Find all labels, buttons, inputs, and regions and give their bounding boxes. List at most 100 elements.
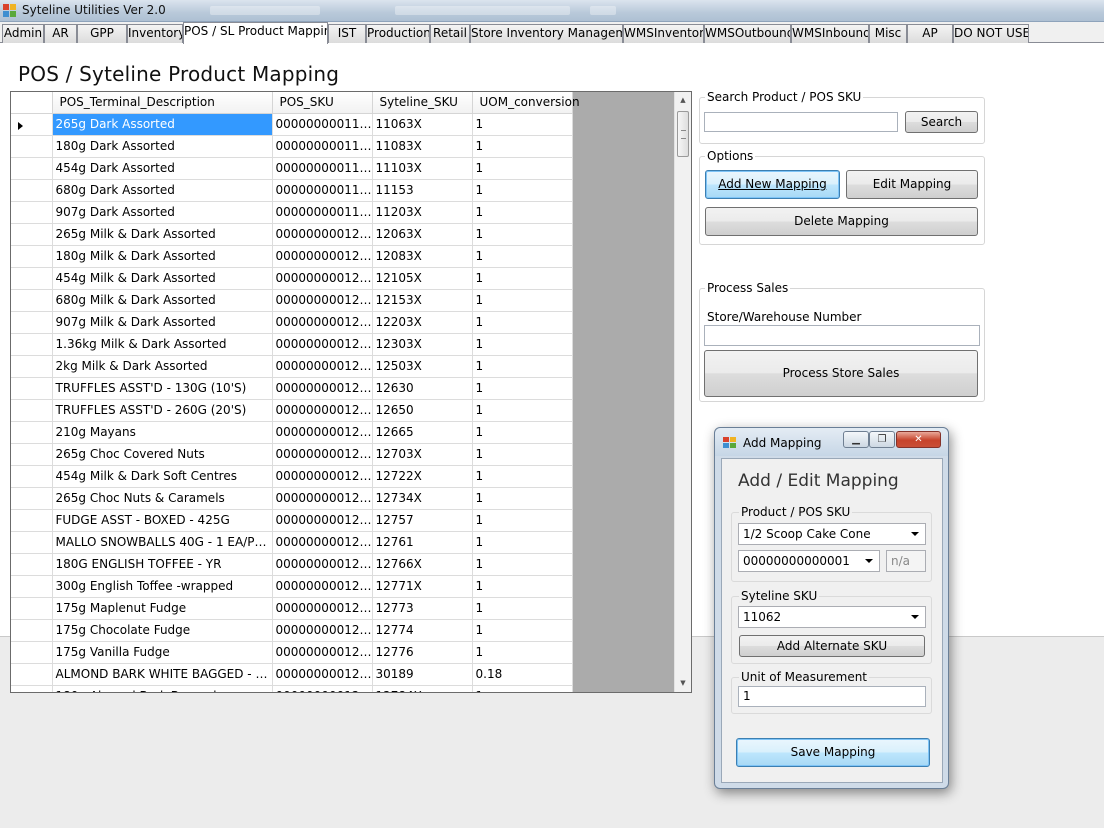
mapping-grid[interactable]: POS_Terminal_Description POS_SKU Sytelin… bbox=[10, 91, 692, 693]
cell-pos-sku[interactable]: 00000000012774 bbox=[272, 619, 373, 642]
cell-pos-terminal-description[interactable]: 180g Milk & Dark Assorted bbox=[52, 245, 273, 268]
scroll-thumb[interactable] bbox=[677, 111, 689, 157]
cell-pos-terminal-description[interactable]: 265g Milk & Dark Assorted bbox=[52, 223, 273, 246]
row-header[interactable] bbox=[11, 333, 53, 356]
table-row[interactable]: 175g Maplenut Fudge 00000000012773 12773 1 bbox=[11, 597, 573, 620]
table-row[interactable]: 175g Vanilla Fudge 00000000012776 12776 1 bbox=[11, 641, 573, 664]
search-button[interactable]: Search bbox=[905, 111, 978, 133]
cell-pos-sku[interactable]: 00000000012503 bbox=[272, 355, 373, 378]
cell-pos-sku[interactable]: 00000000012766 bbox=[272, 553, 373, 576]
scroll-up-arrow-icon[interactable]: ▲ bbox=[675, 92, 691, 109]
cell-uom-conversion[interactable]: 1 bbox=[472, 333, 573, 356]
row-header[interactable] bbox=[11, 465, 53, 488]
table-row[interactable]: MALLO SNOWBALLS 40G - 1 EA/PER BOX000000… bbox=[11, 531, 573, 554]
row-header[interactable] bbox=[11, 531, 53, 554]
cell-syteline-sku[interactable]: 11203X bbox=[372, 201, 473, 224]
table-row[interactable]: ALMOND BARK WHITE BAGGED - 180G 000000000… bbox=[11, 663, 573, 686]
table-row[interactable]: 175g Chocolate Fudge 00000000012774 12774 1 bbox=[11, 619, 573, 642]
cell-pos-terminal-description[interactable]: 175g Chocolate Fudge bbox=[52, 619, 273, 642]
cell-syteline-sku[interactable]: 12761 bbox=[372, 531, 473, 554]
tab-admin[interactable]: Admin bbox=[2, 24, 44, 43]
cell-syteline-sku[interactable]: 12773 bbox=[372, 597, 473, 620]
table-row[interactable]: 680g Dark Assorted 00000000011153 11153 1 bbox=[11, 179, 573, 202]
row-header[interactable] bbox=[11, 575, 53, 598]
pos-sku-select[interactable]: 00000000000001 bbox=[738, 550, 880, 572]
tab-production[interactable]: Production bbox=[366, 24, 430, 43]
cell-pos-terminal-description[interactable]: 265g Choc Covered Nuts bbox=[52, 443, 273, 466]
table-row[interactable]: 265g Choc Covered Nuts 00000000012703 1270… bbox=[11, 443, 573, 466]
cell-syteline-sku[interactable]: 12665 bbox=[372, 421, 473, 444]
edit-mapping-button[interactable]: Edit Mapping bbox=[846, 170, 978, 199]
cell-pos-sku[interactable]: 00000000012773 bbox=[272, 597, 373, 620]
row-header[interactable] bbox=[11, 311, 53, 334]
row-header-corner[interactable] bbox=[11, 92, 53, 114]
cell-uom-conversion[interactable]: 1 bbox=[472, 245, 573, 268]
table-row[interactable]: TRUFFLES ASST'D - 130G (10'S) 00000000012… bbox=[11, 377, 573, 400]
cell-syteline-sku[interactable]: 12784X bbox=[372, 685, 473, 692]
cell-syteline-sku[interactable]: 12105X bbox=[372, 267, 473, 290]
cell-pos-sku[interactable]: 00000000011063 bbox=[272, 113, 373, 136]
row-header[interactable] bbox=[11, 641, 53, 664]
table-row[interactable]: 300g English Toffee -wrapped 000000000127… bbox=[11, 575, 573, 598]
cell-pos-terminal-description[interactable]: 265g Dark Assorted bbox=[52, 113, 273, 136]
row-header[interactable] bbox=[11, 553, 53, 576]
row-header[interactable] bbox=[11, 663, 53, 686]
cell-pos-sku[interactable]: 00000000012776 bbox=[272, 641, 373, 664]
close-icon[interactable]: ✕ bbox=[896, 431, 941, 448]
row-header[interactable] bbox=[11, 135, 53, 158]
cell-pos-terminal-description[interactable]: FUDGE ASST - BOXED - 425G bbox=[52, 509, 273, 532]
cell-pos-terminal-description[interactable]: 454g Milk & Dark Assorted bbox=[52, 267, 273, 290]
cell-pos-sku[interactable]: 00000000012665 bbox=[272, 421, 373, 444]
store-warehouse-number-input[interactable] bbox=[704, 325, 980, 346]
table-row[interactable]: 180g Milk & Dark Assorted 00000000012083 1… bbox=[11, 245, 573, 268]
grid-vertical-scrollbar[interactable]: ▲ ▼ bbox=[674, 92, 691, 692]
cell-pos-terminal-description[interactable]: 454g Dark Assorted bbox=[52, 157, 273, 180]
cell-pos-terminal-description[interactable]: 680g Milk & Dark Assorted bbox=[52, 289, 273, 312]
column-header-syteline-sku[interactable]: Syteline_SKU bbox=[372, 92, 473, 114]
row-header[interactable] bbox=[11, 289, 53, 312]
table-row[interactable]: 2kg Milk & Dark Assorted 00000000012503 12… bbox=[11, 355, 573, 378]
cell-uom-conversion[interactable]: 1 bbox=[472, 157, 573, 180]
cell-uom-conversion[interactable]: 1 bbox=[472, 487, 573, 510]
cell-syteline-sku[interactable]: 12734X bbox=[372, 487, 473, 510]
column-header-uom-conversion[interactable]: UOM_conversion bbox=[472, 92, 580, 114]
maximize-icon[interactable]: ❐ bbox=[869, 431, 895, 448]
table-row[interactable]: 454g Dark Assorted 00000000011103 11103X 1 bbox=[11, 157, 573, 180]
cell-pos-sku[interactable]: 00000000012063 bbox=[272, 223, 373, 246]
cell-pos-sku[interactable]: 00000000012203 bbox=[272, 311, 373, 334]
tab-ist[interactable]: IST bbox=[328, 24, 366, 43]
cell-pos-sku[interactable]: 00000000011153 bbox=[272, 179, 373, 202]
cell-pos-terminal-description[interactable]: 180G ENGLISH TOFFEE - YR bbox=[52, 553, 273, 576]
save-mapping-button[interactable]: Save Mapping bbox=[736, 738, 930, 767]
cell-syteline-sku[interactable]: 12153X bbox=[372, 289, 473, 312]
cell-pos-sku[interactable]: 00000000012650 bbox=[272, 399, 373, 422]
cell-pos-sku[interactable]: 00000000012105 bbox=[272, 267, 373, 290]
cell-uom-conversion[interactable]: 1 bbox=[472, 135, 573, 158]
cell-pos-sku[interactable]: 00000000011083 bbox=[272, 135, 373, 158]
table-row[interactable]: 907g Dark Assorted 00000000011203 11203X 1 bbox=[11, 201, 573, 224]
tab-ap[interactable]: AP bbox=[907, 24, 953, 43]
cell-syteline-sku[interactable]: 12203X bbox=[372, 311, 473, 334]
cell-pos-sku[interactable]: 00000000012761 bbox=[272, 531, 373, 554]
tab-retail[interactable]: Retail bbox=[430, 24, 470, 43]
row-header[interactable] bbox=[11, 113, 53, 136]
cell-pos-sku[interactable]: 00000000012303 bbox=[272, 333, 373, 356]
table-row[interactable]: 680g Milk & Dark Assorted 00000000012153 1… bbox=[11, 289, 573, 312]
cell-syteline-sku[interactable]: 12303X bbox=[372, 333, 473, 356]
cell-syteline-sku[interactable]: 11153 bbox=[372, 179, 473, 202]
table-row[interactable]: 454g Milk & Dark Assorted 00000000012105 1… bbox=[11, 267, 573, 290]
unit-of-measurement-input[interactable]: 1 bbox=[738, 686, 926, 707]
product-select[interactable]: 1/2 Scoop Cake Cone bbox=[738, 523, 926, 545]
cell-uom-conversion[interactable]: 1 bbox=[472, 685, 573, 692]
cell-uom-conversion[interactable]: 1 bbox=[472, 575, 573, 598]
row-header[interactable] bbox=[11, 443, 53, 466]
row-header[interactable] bbox=[11, 245, 53, 268]
cell-pos-terminal-description[interactable]: 454g Milk & Dark Soft Centres bbox=[52, 465, 273, 488]
cell-uom-conversion[interactable]: 1 bbox=[472, 113, 573, 136]
cell-pos-terminal-description[interactable]: 175g Vanilla Fudge bbox=[52, 641, 273, 664]
column-header-pos-sku[interactable]: POS_SKU bbox=[272, 92, 373, 114]
cell-syteline-sku[interactable]: 12650 bbox=[372, 399, 473, 422]
cell-syteline-sku[interactable]: 11063X bbox=[372, 113, 473, 136]
cell-pos-sku[interactable]: 00000000012630 bbox=[272, 377, 373, 400]
cell-syteline-sku[interactable]: 12766X bbox=[372, 553, 473, 576]
